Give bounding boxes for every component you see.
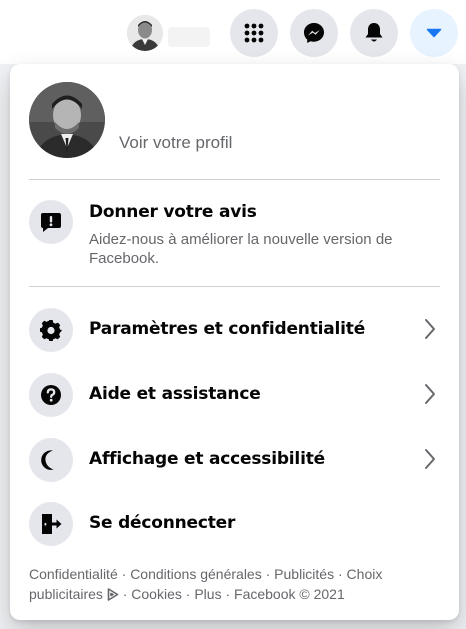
messenger-button[interactable] — [290, 9, 338, 57]
footer-separator: · — [118, 586, 132, 602]
copyright-text: Facebook © 2021 — [234, 586, 345, 602]
profile-avatar — [29, 82, 105, 158]
account-dropdown-panel: Voir votre profil Donner votre avis Aide… — [10, 64, 459, 620]
divider — [29, 286, 440, 287]
terms-link[interactable]: Conditions générales — [130, 566, 262, 582]
privacy-link[interactable]: Confidentialité — [29, 566, 118, 582]
avatar-photo-icon — [127, 15, 163, 51]
view-profile-label: Voir votre profil — [119, 133, 233, 152]
logout-label: Se déconnecter — [89, 513, 236, 533]
settings-privacy-label: Paramètres et confidentialité — [89, 319, 366, 339]
account-menu-button[interactable] — [410, 9, 458, 57]
cookies-link[interactable]: Cookies — [131, 586, 182, 602]
notifications-button[interactable] — [350, 9, 398, 57]
caret-down-icon — [426, 28, 442, 38]
settings-privacy-item[interactable]: Paramètres et confidentialité — [18, 300, 451, 360]
help-support-label: Aide et assistance — [89, 384, 261, 404]
help-support-item[interactable]: Aide et assistance — [18, 365, 451, 425]
adchoices-icon — [107, 588, 119, 601]
chevron-right-icon — [415, 444, 445, 474]
bell-icon — [365, 23, 383, 42]
display-icon-circle — [29, 438, 73, 482]
messenger-icon — [304, 23, 324, 43]
top-navigation-bar — [0, 0, 466, 64]
footer-links: Confidentialité · Conditions générales ·… — [29, 564, 449, 604]
logout-icon-circle — [29, 502, 73, 546]
user-avatar[interactable] — [127, 15, 163, 51]
gear-icon — [40, 320, 62, 341]
question-icon — [41, 385, 61, 405]
chevron-right-icon — [415, 379, 445, 409]
logout-icon — [42, 514, 62, 534]
user-name-placeholder — [168, 27, 210, 47]
ads-link[interactable]: Publicités — [274, 566, 334, 582]
moon-icon — [41, 450, 54, 470]
footer-separator: · — [261, 566, 275, 582]
chevron-right-icon — [415, 314, 445, 344]
settings-icon-circle — [29, 308, 73, 352]
display-accessibility-label: Affichage et accessibilité — [89, 449, 325, 469]
profile-photo-icon — [29, 82, 105, 158]
view-profile-link[interactable]: Voir votre profil — [18, 72, 451, 176]
divider — [29, 179, 440, 180]
footer-separator: · — [117, 566, 131, 582]
help-icon-circle — [29, 373, 73, 417]
logout-item[interactable]: Se déconnecter — [18, 494, 451, 554]
give-feedback-item[interactable]: Donner votre avis Aidez-nous à améliorer… — [18, 190, 451, 278]
more-link[interactable]: Plus — [194, 586, 221, 602]
menu-button[interactable] — [230, 9, 278, 57]
display-accessibility-item[interactable]: Affichage et accessibilité — [18, 430, 451, 490]
footer-separator: · — [334, 566, 347, 582]
footer-separator: · — [181, 586, 195, 602]
feedback-subtitle: Aidez-nous à améliorer la nouvelle versi… — [89, 231, 393, 267]
footer-separator: · — [221, 586, 235, 602]
feedback-title: Donner votre avis — [89, 202, 257, 222]
feedback-icon — [41, 213, 61, 232]
menu-grid-icon — [244, 23, 264, 43]
feedback-icon-circle — [29, 200, 73, 244]
